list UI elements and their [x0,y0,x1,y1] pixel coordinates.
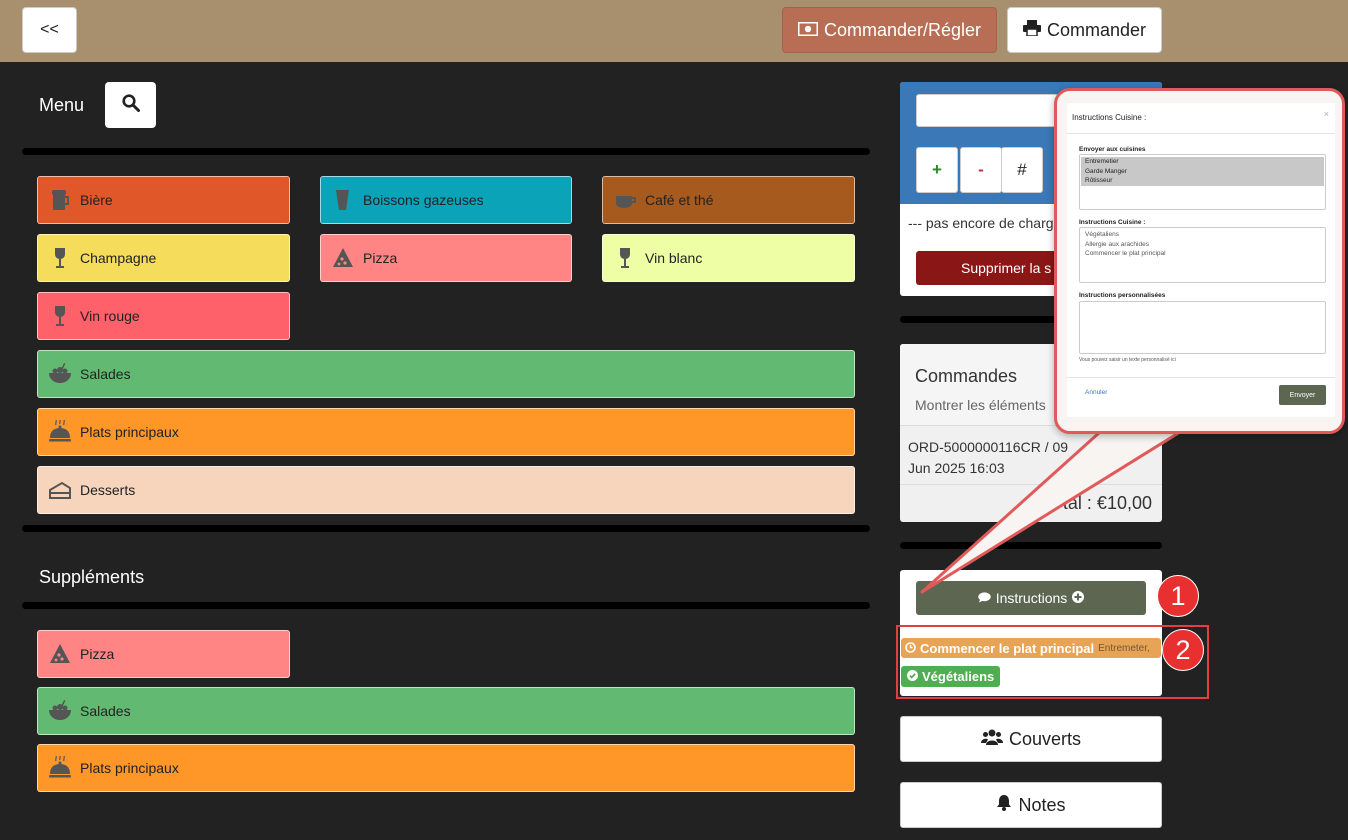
search-button[interactable] [105,82,156,128]
divider [900,484,1162,485]
menu-category-plats-principaux[interactable]: Plats principaux [37,408,855,456]
instructions-button[interactable]: Instructions [916,581,1146,615]
kitchen-instructions-select[interactable]: Végétaliens Allergie aux arachides Comme… [1079,227,1326,283]
salad-bowl-icon [47,698,73,724]
category-label: Bière [80,192,113,208]
category-label: Salades [80,703,131,719]
category-label: Café et thé [645,192,714,208]
pizza-icon [330,245,356,271]
notes-label: Notes [1018,794,1066,815]
order-button[interactable]: Commander [1007,7,1162,53]
instructions-dialog-callout: Instructions Cuisine : × Envoyer aux cui… [1054,88,1345,434]
category-label: Pizza [80,646,115,662]
cloche-icon [47,755,73,781]
menu-category-vin-rouge[interactable]: Vin rouge [37,292,290,340]
divider [22,602,870,609]
instructions-label: Instructions [995,590,1068,606]
menu-category-salades[interactable]: Salades [37,350,855,398]
highlight-box [896,625,1209,699]
category-label: Salades [80,366,131,382]
cancel-link[interactable]: Annuler [1085,389,1107,396]
notes-button[interactable]: Notes [900,782,1162,828]
step-marker-1: 1 [1157,575,1199,617]
category-label: Plats principaux [80,760,179,776]
show-items-link[interactable]: Montrer les éléments [915,397,1046,413]
divider [900,542,1162,549]
kitchens-select[interactable]: Entremetier Garde Manger Rôtisseur [1079,154,1326,210]
beer-icon [47,187,73,213]
category-label: Pizza [363,250,398,266]
category-label: Champagne [80,250,157,266]
menu-title: Menu [39,95,85,115]
supplement-category-plats-principaux[interactable]: Plats principaux [37,744,855,792]
orders-title: Commandes [915,366,1018,386]
divider [22,525,870,532]
decrement-button[interactable]: - [960,147,1002,193]
custom-instructions-hint: Vous pouvez saisir un texte personnalisé… [1079,357,1176,363]
increment-button[interactable]: + [916,147,958,193]
money-icon [797,20,819,41]
instruction-option[interactable]: Végétaliens [1085,230,1320,240]
instruction-option[interactable]: Commencer le plat principal [1085,249,1320,259]
pizza-icon [47,641,73,667]
wine-glass-icon [47,245,73,271]
cake-icon [47,477,73,503]
category-label: Desserts [80,482,136,498]
salad-bowl-icon [47,361,73,387]
supplements-title: Suppléments [39,567,145,587]
comment-icon [978,590,991,606]
category-label: Vin blanc [645,250,703,266]
custom-instructions-textarea[interactable] [1079,301,1326,354]
order-and-pay-label: Commander/Régler [823,19,982,40]
top-bar: << Commander/Régler Commander [0,0,1348,62]
menu-category-caf-et-th-[interactable]: Café et thé [602,176,855,224]
plus-circle-icon [1072,590,1085,606]
kitchen-instructions-label: Instructions Cuisine : [1079,219,1146,226]
menu-category-boissons-gazeuses[interactable]: Boissons gazeuses [320,176,572,224]
divider [1067,377,1335,378]
order-and-pay-button[interactable]: Commander/Régler [782,7,997,53]
back-button[interactable]: << [22,7,77,53]
kitchen-option[interactable]: Garde Manger [1081,166,1324,176]
order-reference[interactable]: ORD-5000000116CR / 09 Jun 2025 16:03 [908,437,1078,479]
instruction-option[interactable]: Allergie aux arachides [1085,240,1320,250]
menu-category-champagne[interactable]: Champagne [37,234,290,282]
bell-icon [996,794,1012,816]
kitchen-option[interactable]: Rôtisseur [1081,176,1324,186]
divider [22,148,870,155]
step-marker-2: 2 [1162,629,1204,671]
cloche-icon [47,419,73,445]
custom-instructions-label: Instructions personnalisées [1079,292,1166,299]
set-quantity-button[interactable]: # [1001,147,1043,193]
search-icon [121,93,140,117]
menu-category-vin-blanc[interactable]: Vin blanc [602,234,855,282]
supplement-category-salades[interactable]: Salades [37,687,855,735]
users-icon [980,729,1003,750]
status-text: --- pas encore de charg [908,215,1054,231]
category-label: Boissons gazeuses [363,192,484,208]
instructions-dialog: Instructions Cuisine : × Envoyer aux cui… [1067,103,1335,417]
printer-icon [1022,19,1041,41]
supplement-category-pizza[interactable]: Pizza [37,630,290,678]
covers-button[interactable]: Couverts [900,716,1162,762]
order-total: tal : €10,00 [1062,493,1152,513]
menu-category-desserts[interactable]: Desserts [37,466,855,514]
dialog-title: Instructions Cuisine : [1072,113,1147,122]
order-label: Commander [1046,19,1147,40]
wine-glass-icon [47,303,73,329]
wine-glass-icon [612,245,638,271]
send-to-kitchens-label: Envoyer aux cuisines [1079,146,1146,153]
category-label: Plats principaux [80,424,179,440]
send-button[interactable]: Envoyer [1279,385,1326,405]
menu-category-pizza[interactable]: Pizza [320,234,572,282]
close-icon[interactable]: × [1324,109,1329,119]
coffee-icon [612,187,638,213]
divider [1067,133,1335,134]
covers-label: Couverts [1008,728,1082,749]
menu-category-bi-re[interactable]: Bière [37,176,290,224]
kitchen-option[interactable]: Entremetier [1081,157,1324,167]
soda-icon [330,187,356,213]
category-label: Vin rouge [80,308,140,324]
